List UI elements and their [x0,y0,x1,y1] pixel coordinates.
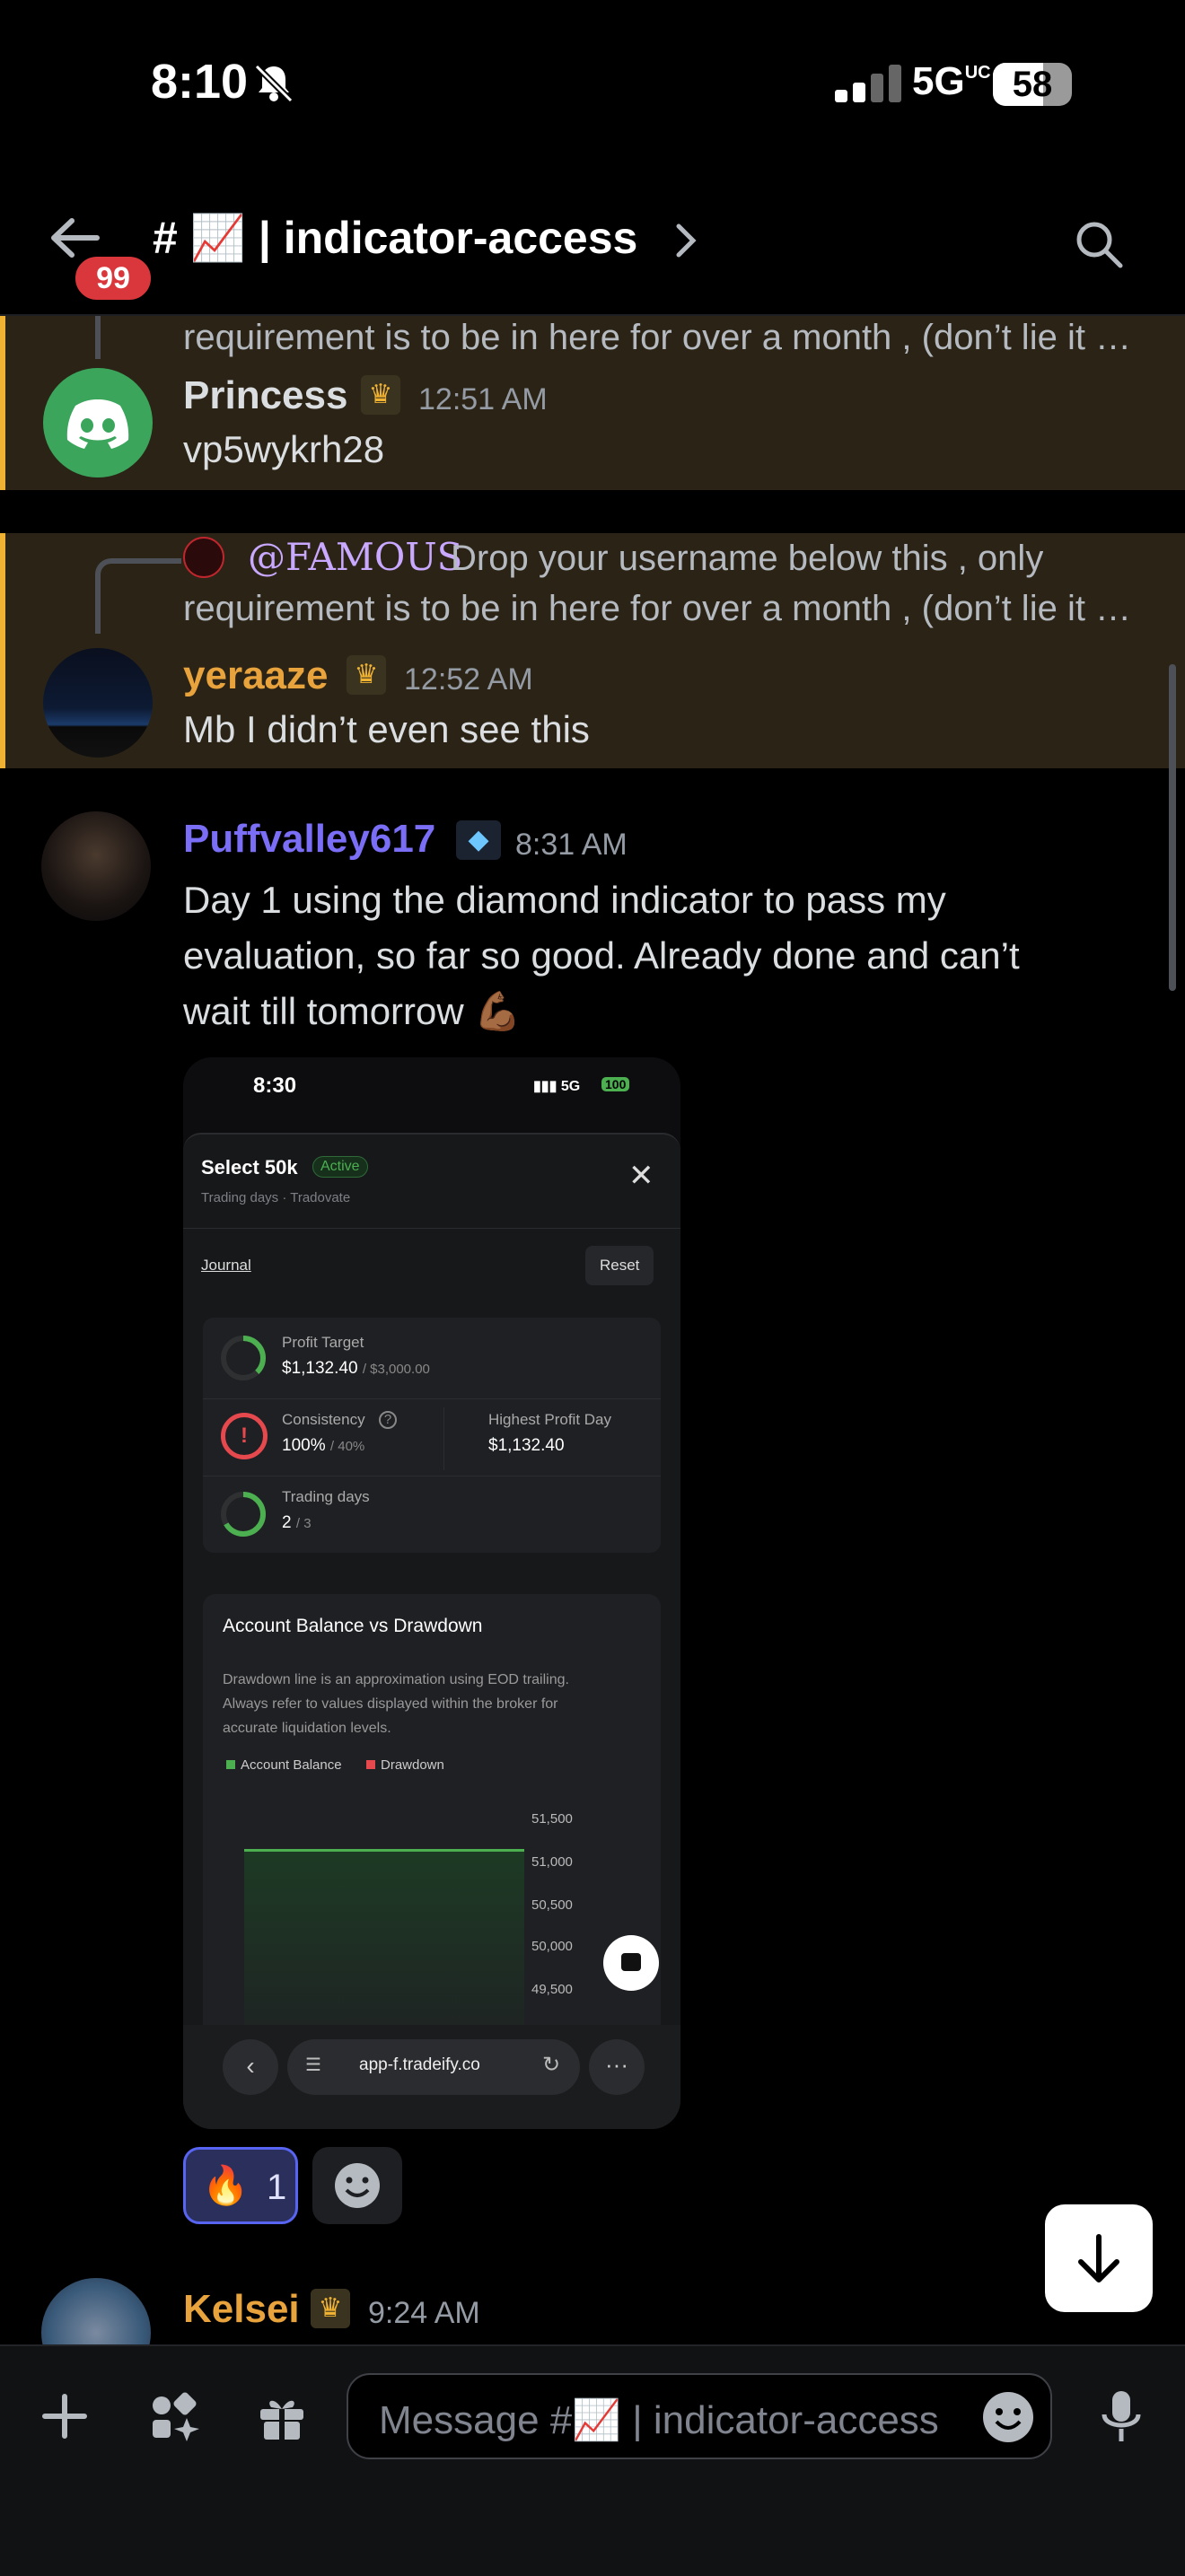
highest-day-label: Highest Profit Day [488,1411,611,1428]
y-tick: 49,500 [531,1982,573,1997]
crown-role-icon: ♛ [311,2289,350,2328]
legend-drawdown: Drawdown [366,1757,444,1773]
message-princess[interactable]: requirement is to be in here for over a … [0,316,1185,490]
legend-balance: Account Balance [226,1757,342,1773]
warning-icon: ! [221,1413,268,1459]
message-line-3: wait till tomorrow 💪🏾 [183,990,522,1032]
chat-support-icon[interactable] [603,1935,659,1991]
panel-title: Select 50k [201,1156,298,1178]
url-text: app-f.tradeify.co [359,2055,480,2074]
avatar[interactable] [43,648,153,758]
message-yeraaze[interactable]: @FAMOUS Drop your username below this , … [0,533,1185,768]
page-menu-icon[interactable]: ☰ [305,2054,321,2076]
divider [183,1228,680,1229]
profit-target-ring [221,1336,266,1380]
unread-badge: 99 [72,253,154,303]
message-input[interactable]: Message #📈 | indicator-access [347,2373,1052,2459]
battery-indicator: 58 [993,63,1072,106]
y-tick: 51,500 [531,1811,573,1827]
timestamp: 9:24 AM [368,2296,480,2330]
panel-subtitle: Trading days · Tradovate [201,1190,351,1205]
message-line-1: Day 1 using the diamond indicator to pas… [183,879,946,921]
add-reaction-button[interactable] [312,2147,402,2224]
chart-note: Drawdown line is an approximation using … [223,1672,569,1736]
crown-role-icon: ♛ [361,375,400,415]
info-icon[interactable]: ? [379,1411,397,1429]
stats-card [203,1318,661,1553]
reply-line-1[interactable]: Drop your username below this , only [451,539,1043,579]
scrollbar[interactable] [1169,664,1176,991]
mention-avatar [183,537,224,578]
timestamp: 8:31 AM [515,828,628,862]
trading-days-ring [221,1492,266,1537]
y-tick: 50,500 [531,1897,573,1913]
journal-link[interactable]: Journal [201,1257,251,1275]
trading-days-value: 2 / 3 [282,1513,312,1532]
reply-connector [95,316,101,359]
trading-days-label: Trading days [282,1488,370,1505]
diamond-role-icon: ◆ [456,820,501,860]
browser-back-icon[interactable]: ‹ [223,2039,278,2095]
message-line-2: evaluation, so far so good. Already done… [183,934,1020,977]
microphone-icon[interactable] [1099,2388,1144,2445]
highest-day-value: $1,132.40 [488,1436,565,1455]
avatar[interactable] [43,368,153,478]
embed-time: 8:30 [253,1073,297,1098]
reply-snippet[interactable]: requirement is to be in here for over a … [183,318,1135,358]
reply-connector [95,558,181,634]
divider [443,1407,444,1470]
more-icon[interactable]: ··· [589,2039,645,2095]
author-name[interactable]: Kelsei [183,2287,300,2332]
cell-signal-icon [835,65,907,102]
reply-mention[interactable]: @FAMOUS [248,535,462,579]
y-tick: 50,000 [531,1939,573,1954]
timestamp: 12:51 AM [418,382,548,416]
jump-to-present-button[interactable] [1045,2204,1153,2312]
divider [203,1398,661,1399]
search-icon[interactable] [1074,219,1124,269]
consistency-value: 100% / 40% [282,1436,365,1455]
timestamp: 12:52 AM [404,662,533,697]
network-type: 5GUC [912,59,991,103]
message-text: Mb I didn’t even see this [183,708,590,750]
profit-target-label: Profit Target [282,1334,364,1351]
message-text: vp5wykrh28 [183,428,385,470]
chart-title: Account Balance vs Drawdown [223,1616,483,1636]
image-attachment[interactable]: 8:30 ▮▮▮ 5G 100 Select 50k Active Tradin… [183,1057,680,2129]
discord-logo-icon [66,399,129,449]
embed-signal: ▮▮▮ 5G [533,1079,581,1094]
plus-icon[interactable] [40,2391,90,2441]
chevron-right-icon[interactable] [675,223,697,258]
author-name[interactable]: yeraaze [183,653,328,698]
avatar[interactable] [41,811,151,921]
close-icon[interactable]: ✕ [628,1158,654,1194]
apps-icon[interactable] [147,2389,201,2443]
emoji-icon[interactable] [980,2389,1036,2445]
emoji-smile-icon [335,2163,380,2208]
status-time: 8:10 [151,55,249,109]
reset-button[interactable]: Reset [585,1246,654,1285]
reload-icon[interactable]: ↻ [542,2052,560,2078]
url-bar[interactable]: app-f.tradeify.co ☰ ↻ [287,2039,580,2095]
reaction-fire[interactable]: 🔥 1 [183,2147,298,2224]
embed-battery: 100 [601,1077,630,1091]
crown-role-icon: ♛ [347,655,386,695]
silent-bell-icon [254,64,294,102]
channel-title[interactable]: # 📈 | indicator-access [153,212,637,265]
status-badge: Active [312,1156,368,1178]
arrow-down-icon [1078,2234,1119,2282]
consistency-label: Consistency [282,1411,365,1428]
message-placeholder: Message #📈 | indicator-access [379,2398,939,2442]
author-name[interactable]: Princess [183,373,347,418]
author-name[interactable]: Puffvalley617 [183,817,435,862]
y-tick: 51,000 [531,1854,573,1870]
profit-target-value: $1,132.40 / $3,000.00 [282,1359,430,1378]
gift-icon[interactable] [255,2389,309,2443]
reply-line-2[interactable]: requirement is to be in here for over a … [183,589,1135,629]
